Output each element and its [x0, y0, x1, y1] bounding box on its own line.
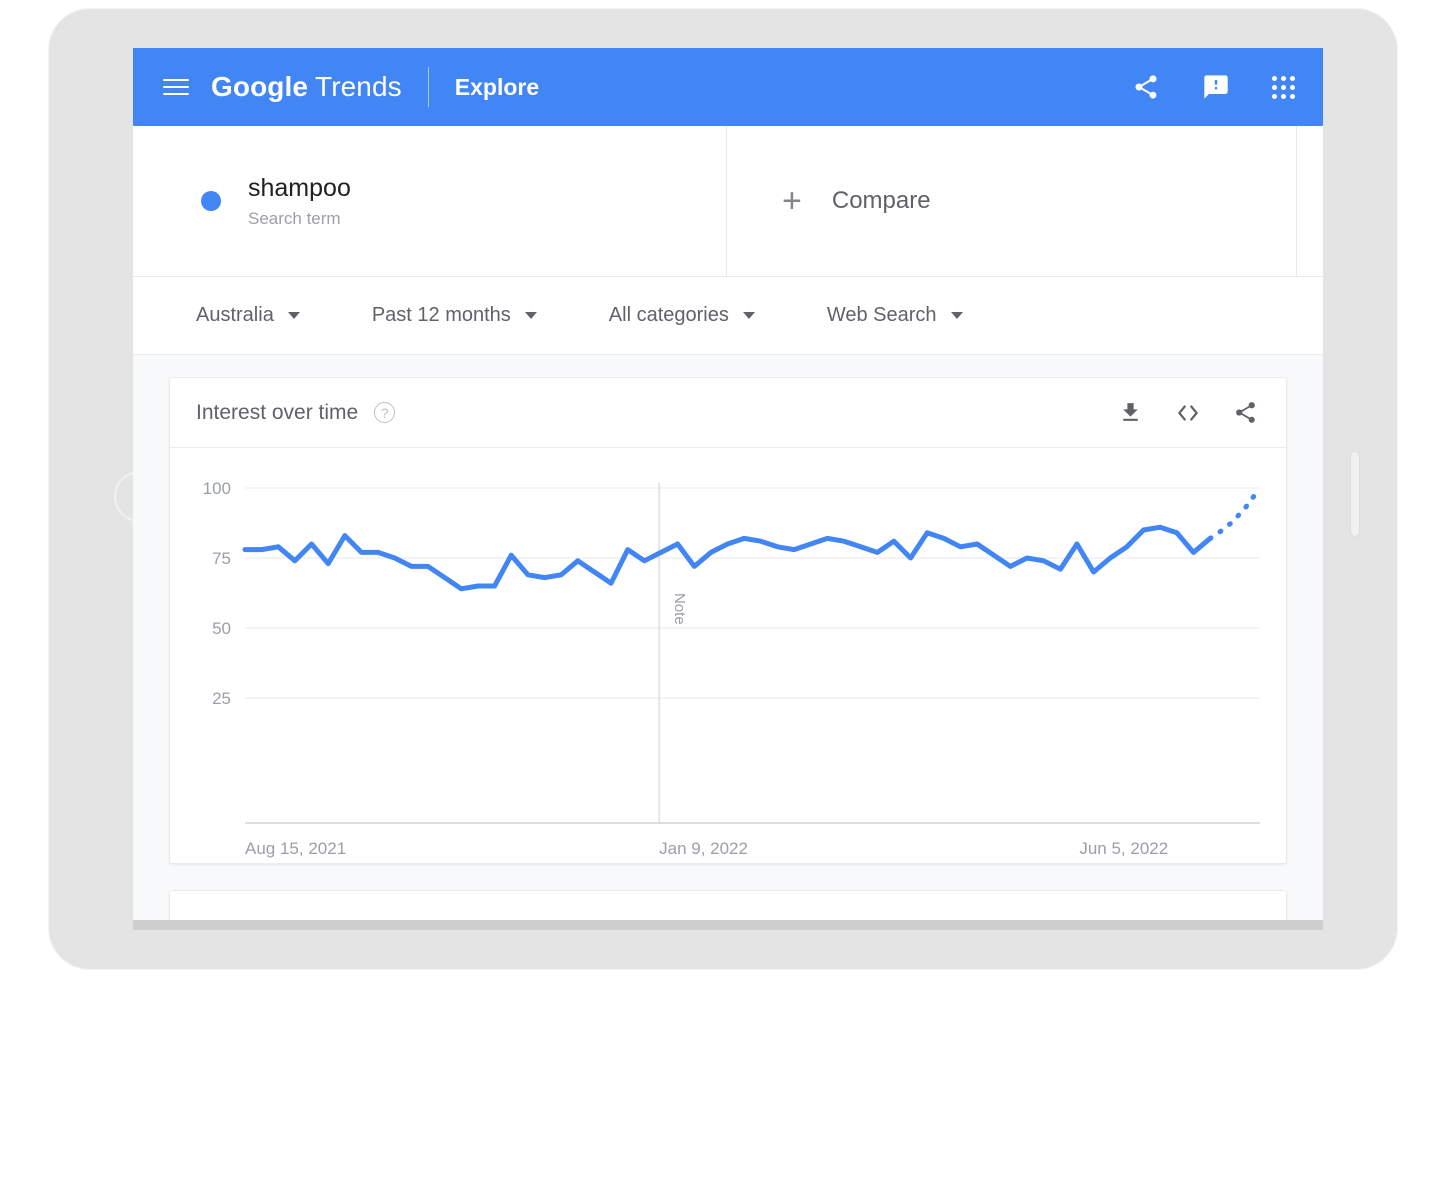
horizontal-scrollbar[interactable]: [133, 920, 1323, 930]
apps-grid-icon[interactable]: [1272, 75, 1295, 99]
search-term-type: Search term: [248, 208, 341, 228]
apps-grid-dots: [1272, 75, 1295, 99]
card-actions: [1118, 400, 1258, 426]
y-axis-tick-label: 50: [212, 619, 231, 638]
x-axis-tick-label: Jun 5, 2022: [1079, 839, 1168, 858]
share-icon[interactable]: [1233, 400, 1258, 425]
chevron-down-icon: [287, 312, 300, 319]
header-actions: [1132, 73, 1295, 101]
chart-svg: 25 50 75 100 Note Aug 15, 2021 Jan 9, 2022 Jun …: [203, 479, 1263, 858]
filter-time-range-label: Past 12 months: [371, 304, 511, 326]
filter-location-label: Australia: [196, 304, 274, 326]
explore-title: Explore: [454, 73, 540, 100]
help-circle-icon[interactable]: ?: [374, 402, 396, 423]
header-divider: [427, 67, 429, 107]
embed-code-icon[interactable]: [1175, 400, 1201, 426]
chevron-down-icon: [524, 312, 537, 319]
card-header: Interest over time ?: [170, 378, 1286, 448]
filter-category-label: All categories: [608, 304, 729, 326]
filter-location[interactable]: Australia: [196, 304, 300, 327]
compare-label: Compare: [831, 187, 931, 214]
series-color-dot: [201, 191, 221, 211]
search-term-chip[interactable]: shampoo Search term: [133, 126, 727, 276]
chart-note-annotation: Note: [671, 593, 688, 625]
tablet-screen: Google Trends Explore shampoo Search ter…: [133, 48, 1323, 930]
x-axis-tick-label: Jan 9, 2022: [659, 839, 748, 858]
content-area: Interest over time ? 25 50 75 100 Note A…: [133, 355, 1323, 930]
search-term-label: shampoo: [248, 174, 351, 203]
brand-trends-label: Trends: [315, 71, 402, 102]
tablet-side-button[interactable]: [1351, 452, 1359, 536]
filter-time-range[interactable]: Past 12 months: [372, 304, 537, 327]
interest-over-time-chart[interactable]: 25 50 75 100 Note Aug 15, 2021 Jan 9, 2022 Jun …: [170, 448, 1286, 863]
app-header: Google Trends Explore: [133, 48, 1323, 126]
search-terms-row: shampoo Search term + Compare: [133, 126, 1323, 277]
terms-row-tail: [1297, 126, 1323, 276]
card-title: Interest over time: [196, 400, 359, 424]
plus-icon: +: [782, 182, 802, 220]
filter-bar: Australia Past 12 months All categories …: [133, 277, 1323, 355]
download-icon[interactable]: [1118, 400, 1143, 425]
brand-google-label: Google: [211, 71, 309, 102]
y-axis-tick-label: 100: [203, 479, 231, 498]
filter-category[interactable]: All categories: [609, 304, 755, 327]
y-axis-tick-label: 25: [212, 689, 231, 708]
filter-search-type[interactable]: Web Search: [827, 304, 963, 327]
share-icon[interactable]: [1132, 73, 1160, 101]
chevron-down-icon: [742, 312, 755, 319]
series-forecast-dotted: [1207, 485, 1263, 541]
add-compare-button[interactable]: + Compare: [727, 126, 1297, 276]
feedback-icon[interactable]: [1202, 73, 1230, 101]
google-trends-logo[interactable]: Google Trends: [211, 71, 402, 103]
chevron-down-icon: [950, 312, 963, 319]
hamburger-menu-icon[interactable]: [163, 79, 189, 95]
x-axis-tick-label: Aug 15, 2021: [245, 839, 346, 858]
y-axis-tick-label: 75: [212, 549, 231, 568]
filter-search-type-label: Web Search: [826, 304, 937, 326]
screenshot-root: Google Trends Explore shampoo Search ter…: [0, 0, 1446, 1184]
interest-over-time-card: Interest over time ? 25 50 75 100 Note A…: [169, 377, 1287, 864]
